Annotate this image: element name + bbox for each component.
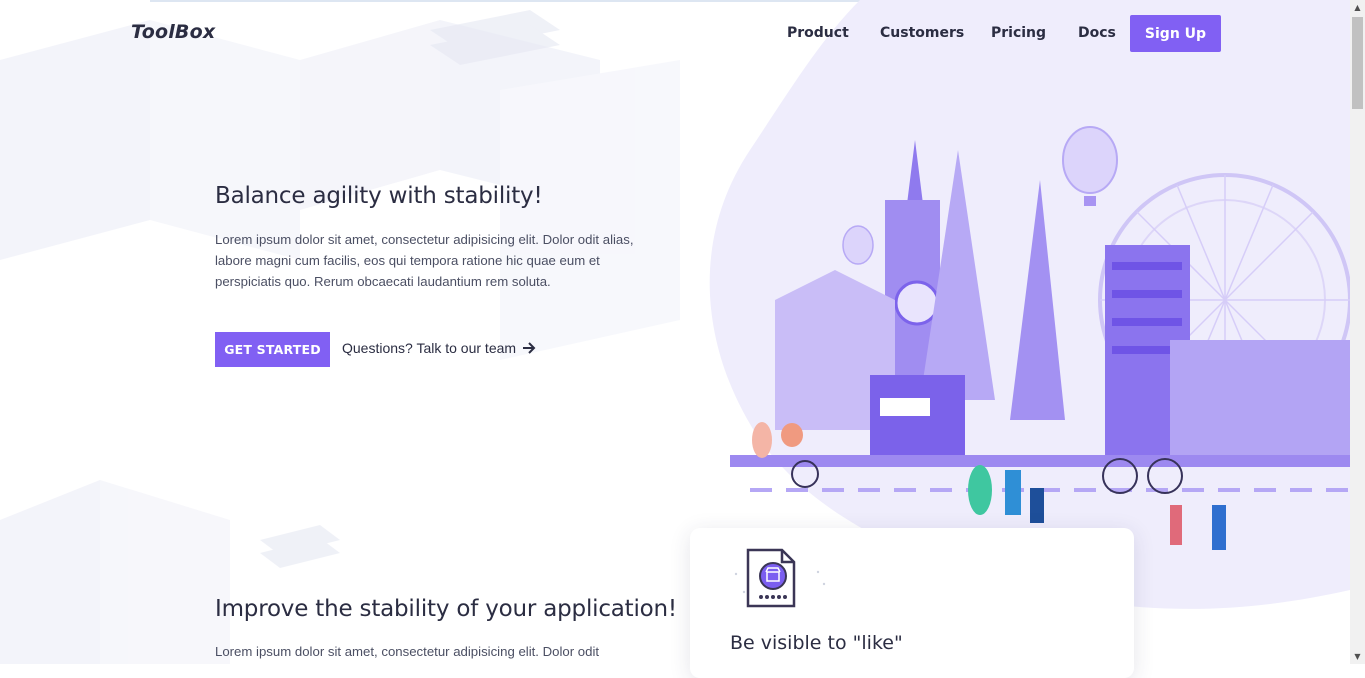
scroll-up-icon[interactable]: ▲ xyxy=(1350,0,1365,15)
brand-logo[interactable]: ToolBox xyxy=(131,21,215,43)
store-rating-icon xyxy=(734,548,826,608)
section-body: Lorem ipsum dolor sit amet, consectetur … xyxy=(215,644,600,659)
nav-item-customers[interactable]: Customers xyxy=(880,25,964,41)
get-started-button[interactable]: GET STARTED xyxy=(215,332,330,367)
hero-title: Balance agility with stability! xyxy=(215,183,543,209)
city-landmarks-illustration xyxy=(709,0,1350,609)
talk-to-team-label: Questions? Talk to our team xyxy=(342,340,517,356)
nav-item-pricing[interactable]: Pricing xyxy=(991,25,1046,41)
arrow-right-icon xyxy=(523,342,536,354)
card-title: Be visible to "like" xyxy=(730,632,903,654)
hero-body: Lorem ipsum dolor sit amet, consectetur … xyxy=(215,232,634,289)
scroll-down-icon[interactable]: ▼ xyxy=(1350,649,1365,664)
nav-item-product[interactable]: Product xyxy=(787,25,849,41)
scrollbar[interactable]: ▲ ▼ xyxy=(1350,0,1365,664)
signup-button[interactable]: Sign Up xyxy=(1130,15,1221,52)
background-cubes xyxy=(0,10,680,664)
section-title: Improve the stability of your applicatio… xyxy=(215,596,677,622)
feature-card: Be visible to "like" xyxy=(690,528,1134,678)
nav-item-docs[interactable]: Docs xyxy=(1078,25,1116,41)
talk-to-team-link[interactable]: Questions? Talk to our team xyxy=(342,340,536,356)
scroll-thumb[interactable] xyxy=(1352,17,1363,109)
